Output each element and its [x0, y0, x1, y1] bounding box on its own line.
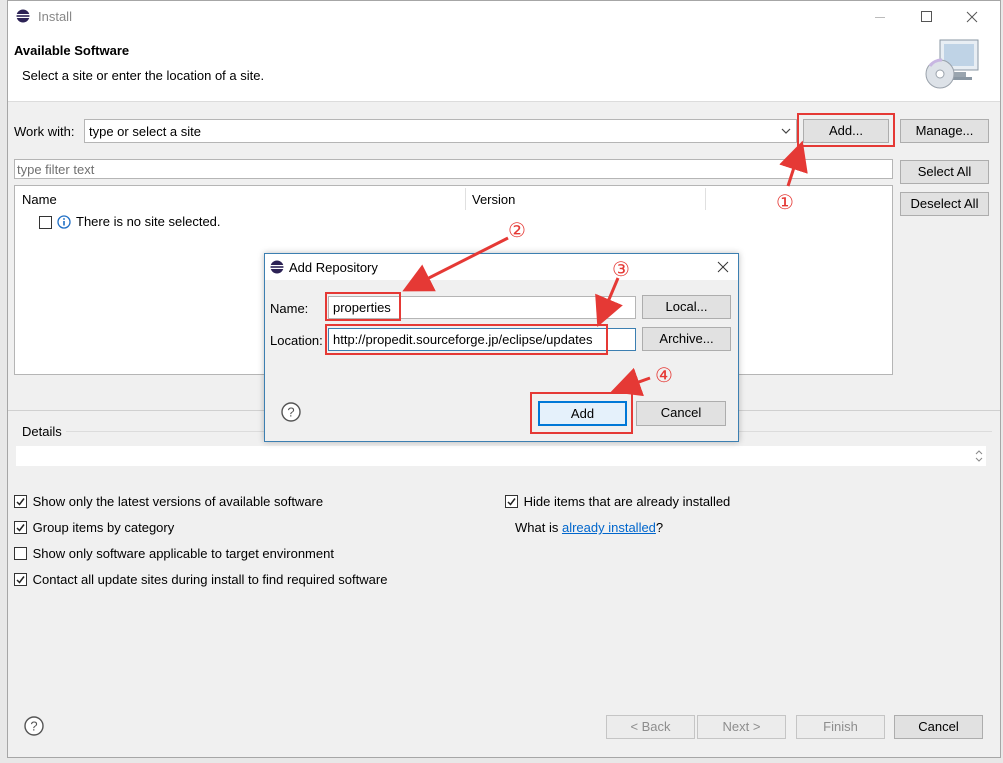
checkbox[interactable] — [14, 573, 27, 586]
page-title: Available Software — [14, 43, 130, 58]
details-label: Details — [22, 424, 62, 439]
svg-text:?: ? — [287, 405, 294, 420]
close-icon[interactable] — [964, 9, 980, 25]
close-icon[interactable] — [716, 260, 730, 274]
annotation-box-2 — [325, 292, 401, 321]
help-icon[interactable]: ? — [281, 402, 301, 422]
option-label: Hide items that are already installed — [523, 494, 731, 509]
annotation-label-3: ③ — [612, 257, 630, 281]
info-icon — [57, 215, 71, 229]
column-header-version[interactable]: Version — [472, 192, 515, 207]
window-title: Install — [38, 9, 72, 24]
name-label: Name: — [270, 301, 309, 316]
annotation-label-4: ④ — [655, 363, 673, 387]
eclipse-icon — [16, 9, 30, 23]
empty-message: There is no site selected. — [76, 214, 221, 229]
add-repository-button[interactable]: Add — [538, 401, 627, 426]
details-text-area[interactable] — [16, 446, 986, 466]
annotation-label-2: ② — [508, 218, 526, 242]
location-label: Location: — [270, 333, 323, 348]
dialog-title-bar: Add Repository — [265, 254, 738, 280]
annotation-box-3 — [325, 324, 608, 355]
option-row[interactable]: Show only the latest versions of availab… — [14, 494, 323, 509]
work-with-label: Work with: — [14, 124, 75, 139]
row-checkbox[interactable] — [39, 216, 52, 229]
work-with-value: type or select a site — [89, 124, 201, 139]
page-subtitle: Select a site or enter the location of a… — [22, 68, 265, 83]
dialog-cancel-button[interactable]: Cancel — [636, 401, 726, 426]
filter-input[interactable]: type filter text — [14, 159, 893, 179]
manage-button[interactable]: Manage... — [900, 119, 989, 143]
option-label: Show only software applicable to target … — [32, 546, 334, 561]
option-label: Group items by category — [32, 520, 175, 535]
add-repository-dialog: Add Repository Name: properties Local...… — [264, 253, 739, 442]
info-prefix: What is — [515, 520, 562, 535]
option-row[interactable]: Hide items that are already installed — [505, 494, 730, 509]
option-row[interactable]: Show only software applicable to target … — [14, 546, 334, 561]
work-with-combo[interactable]: type or select a site — [84, 119, 797, 143]
svg-text:?: ? — [30, 719, 37, 734]
install-wizard-icon — [922, 36, 984, 96]
chevron-down-icon[interactable] — [780, 125, 792, 137]
next-button[interactable]: Next > — [697, 715, 786, 739]
checkbox[interactable] — [505, 495, 518, 508]
checkbox[interactable] — [14, 495, 27, 508]
eclipse-icon — [270, 260, 284, 274]
option-row[interactable]: Group items by category — [14, 520, 174, 535]
column-header-name[interactable]: Name — [22, 192, 57, 207]
column-divider — [465, 188, 466, 210]
option-label: Contact all update sites during install … — [32, 572, 388, 587]
finish-button[interactable]: Finish — [796, 715, 885, 739]
option-label: Show only the latest versions of availab… — [32, 494, 324, 509]
local-button[interactable]: Local... — [642, 295, 731, 319]
checkbox[interactable] — [14, 547, 27, 560]
back-button[interactable]: < Back — [606, 715, 695, 739]
maximize-icon[interactable] — [918, 9, 934, 25]
help-icon[interactable]: ? — [24, 716, 44, 736]
archive-button[interactable]: Archive... — [642, 327, 731, 351]
cancel-button[interactable]: Cancel — [894, 715, 983, 739]
add-site-button[interactable]: Add... — [803, 119, 889, 143]
dialog-title: Add Repository — [289, 260, 378, 275]
option-row[interactable]: Contact all update sites during install … — [14, 572, 387, 587]
title-bar: Install — [8, 1, 1000, 32]
already-installed-info: What is already installed? — [515, 520, 663, 535]
scroll-arrows-icon[interactable] — [974, 448, 984, 464]
checkbox[interactable] — [14, 521, 27, 534]
filter-placeholder: type filter text — [17, 162, 95, 177]
info-suffix: ? — [655, 520, 664, 535]
column-divider — [705, 188, 706, 210]
select-all-button[interactable]: Select All — [900, 160, 989, 184]
annotation-label-1: ① — [776, 190, 794, 214]
deselect-all-button[interactable]: Deselect All — [900, 192, 989, 216]
already-installed-link[interactable]: already installed — [562, 520, 656, 535]
minimize-icon[interactable] — [872, 9, 888, 25]
wizard-header: Available Software Select a site or ente… — [8, 32, 1000, 102]
